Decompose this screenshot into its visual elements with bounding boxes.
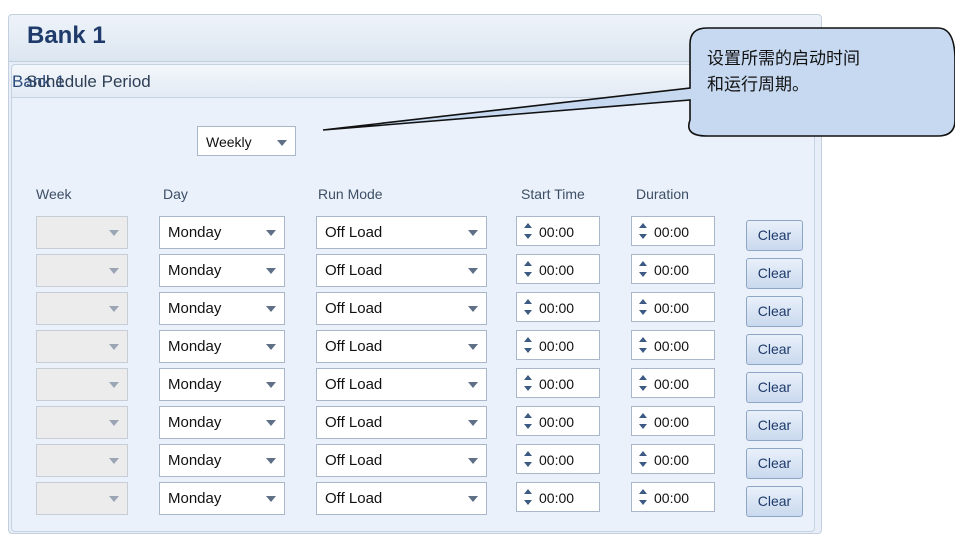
- callout-text: 设置所需的启动时间 和运行周期。: [707, 46, 947, 98]
- callout-line-2: 和运行周期。: [707, 75, 809, 95]
- callout-line-1: 设置所需的启动时间: [707, 49, 860, 69]
